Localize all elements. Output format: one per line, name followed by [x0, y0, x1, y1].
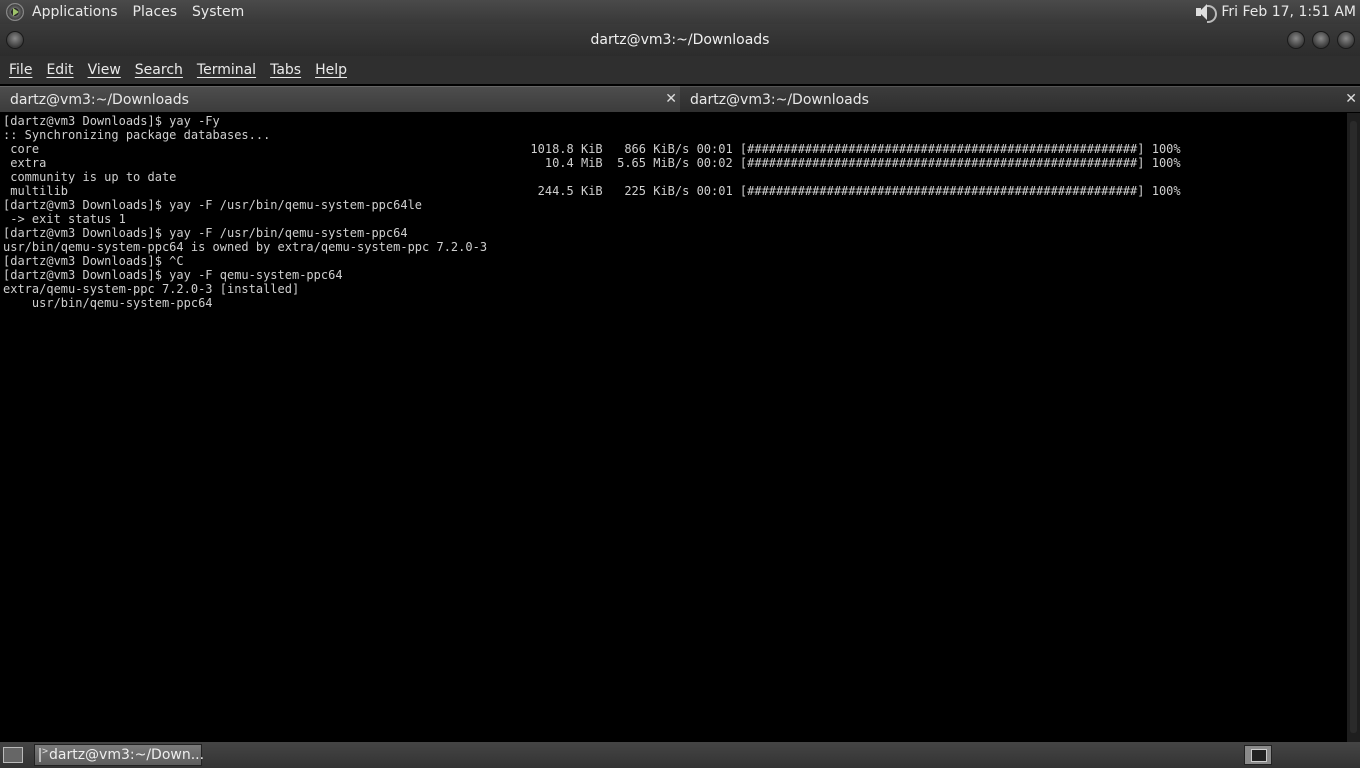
terminal-line: :: Synchronizing package databases... — [3, 128, 271, 142]
taskbar-task-label: dartz@vm3:~/Down... — [49, 747, 205, 763]
workspace-switcher[interactable] — [1244, 745, 1272, 765]
terminal-line: extra 10.4 MiB 5.65 MiB/s 00:02 [#######… — [3, 156, 1181, 170]
close-tab-icon[interactable]: ✕ — [665, 91, 677, 107]
bottom-panel: dartz@vm3:~/Down... — [0, 742, 1360, 768]
volume-icon[interactable] — [1193, 3, 1218, 23]
menu-help[interactable]: Help — [315, 62, 347, 78]
terminal-line: -> exit status 1 — [3, 212, 126, 226]
terminal-line: usr/bin/qemu-system-ppc64 is owned by ex… — [3, 240, 488, 254]
tab-label: dartz@vm3:~/Downloads — [690, 92, 869, 108]
top-panel: Applications Places System Fri Feb 17, 1… — [0, 0, 1360, 24]
terminal-line: [dartz@vm3 Downloads]$ ^C — [3, 254, 184, 268]
terminal-line: [dartz@vm3 Downloads]$ yay -F /usr/bin/q… — [3, 226, 408, 240]
terminal-icon — [39, 746, 48, 762]
scrollbar-thumb[interactable] — [1350, 121, 1357, 733]
terminal-line: [dartz@vm3 Downloads]$ yay -F /usr/bin/q… — [3, 198, 423, 212]
menu-tabs[interactable]: Tabs — [270, 62, 301, 78]
close-tab-icon[interactable]: ✕ — [1345, 91, 1357, 107]
workspace-window-icon — [1251, 749, 1267, 762]
menu-terminal[interactable]: Terminal — [197, 62, 256, 78]
maximize-button[interactable] — [1312, 31, 1330, 49]
clock[interactable]: Fri Feb 17, 1:51 AM — [1221, 4, 1356, 20]
window-title: dartz@vm3:~/Downloads — [590, 32, 770, 48]
terminal-scrollbar[interactable] — [1347, 113, 1360, 742]
top-panel-tray: Fri Feb 17, 1:51 AM — [1193, 3, 1360, 23]
terminal-line: [dartz@vm3 Downloads]$ yay -Fy — [3, 114, 220, 128]
window-titlebar[interactable]: dartz@vm3:~/Downloads — [0, 24, 1360, 56]
places-menu[interactable]: Places — [133, 4, 178, 20]
tab-2[interactable]: dartz@vm3:~/Downloads ✕ — [680, 86, 1360, 112]
terminal-line: usr/bin/qemu-system-ppc64 — [3, 296, 213, 310]
menu-file[interactable]: File — [9, 62, 32, 78]
terminal-output[interactable]: [dartz@vm3 Downloads]$ yay -Fy:: Synchro… — [0, 113, 1347, 742]
applications-menu[interactable]: Applications — [32, 4, 118, 20]
terminal-line: community is up to date — [3, 170, 177, 184]
menu-view[interactable]: View — [88, 62, 121, 78]
tab-bar: dartz@vm3:~/Downloads ✕ dartz@vm3:~/Down… — [0, 86, 1360, 112]
minimize-button[interactable] — [1287, 31, 1305, 49]
menu-search[interactable]: Search — [135, 62, 183, 78]
terminal-line: core 1018.8 KiB 866 KiB/s 00:01 [#######… — [3, 142, 1181, 156]
tab-1[interactable]: dartz@vm3:~/Downloads ✕ — [0, 86, 680, 112]
close-window-button[interactable] — [1337, 31, 1355, 49]
menubar: File Edit View Search Terminal Tabs Help — [0, 56, 1360, 84]
terminal-line: extra/qemu-system-ppc 7.2.0-3 [installed… — [3, 282, 300, 296]
terminal-line: multilib 244.5 KiB 225 KiB/s 00:01 [####… — [3, 184, 1181, 198]
show-desktop-icon[interactable] — [3, 747, 23, 763]
taskbar-terminal-button[interactable]: dartz@vm3:~/Down... — [34, 744, 205, 766]
menu-edit[interactable]: Edit — [46, 62, 73, 78]
system-menu[interactable]: System — [192, 4, 244, 20]
distro-logo-icon[interactable] — [6, 3, 24, 21]
tab-label: dartz@vm3:~/Downloads — [10, 92, 189, 108]
terminal-line: [dartz@vm3 Downloads]$ yay -F qemu-syste… — [3, 268, 343, 282]
